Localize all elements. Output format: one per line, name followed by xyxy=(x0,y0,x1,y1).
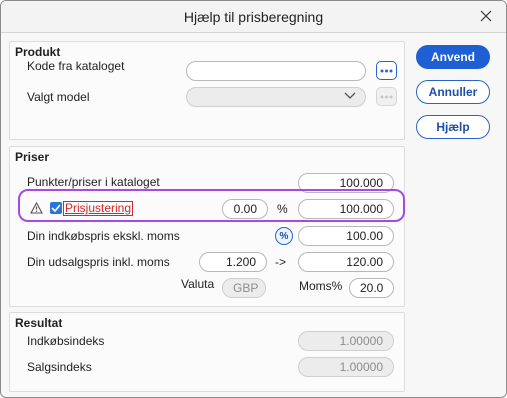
sales-price-field[interactable]: 120.00 xyxy=(298,252,394,272)
result-group-title: Resultat xyxy=(15,316,63,330)
prices-group-title: Priser xyxy=(15,150,50,164)
model-select[interactable] xyxy=(186,87,366,107)
product-group-title: Produkt xyxy=(15,45,61,59)
catalog-lookup-button[interactable] xyxy=(376,61,397,80)
currency-label: Valuta xyxy=(181,277,215,291)
more-icon xyxy=(380,95,393,98)
close-icon xyxy=(480,10,492,22)
catalog-code-input[interactable] xyxy=(186,61,366,81)
percent-symbol: % xyxy=(277,202,288,216)
model-label: Valgt model xyxy=(27,90,90,104)
purchase-price-label: Din indkøbspris ekskl. moms xyxy=(27,229,180,243)
more-icon xyxy=(380,69,393,72)
sales-index-label: Salgsindeks xyxy=(27,360,92,374)
warning-icon xyxy=(30,202,43,214)
purchase-price-field[interactable]: 100.00 xyxy=(298,226,394,246)
vat-field[interactable]: 20.0 xyxy=(349,278,394,298)
percent-toggle-button[interactable]: % xyxy=(275,227,293,245)
adjustment-checkbox[interactable] xyxy=(50,202,62,214)
title-bar: Hjælp til prisberegning xyxy=(1,1,506,33)
sales-price-label: Din udsalgspris inkl. moms xyxy=(27,255,170,269)
arrow-label: -> xyxy=(275,255,287,269)
close-button[interactable] xyxy=(474,5,498,27)
result-group: Resultat xyxy=(9,312,405,392)
dialog-title: Hjælp til prisberegning xyxy=(183,9,324,25)
catalog-code-label: Kode fra kataloget xyxy=(27,59,125,73)
purchase-index-field: 1.00000 xyxy=(298,331,394,351)
help-button[interactable]: Hjælp xyxy=(416,115,490,139)
currency-field: GBP xyxy=(222,278,266,298)
chevron-down-icon xyxy=(344,92,356,99)
model-lookup-button[interactable] xyxy=(376,87,397,106)
price-calculation-dialog: Hjælp til prisberegning Anvend Annuller … xyxy=(0,0,507,398)
vat-label: Moms% xyxy=(299,279,343,293)
cancel-button[interactable]: Annuller xyxy=(416,80,490,104)
adjustment-percent-input[interactable]: 0.00 xyxy=(222,199,268,219)
purchase-index-label: Indkøbsindeks xyxy=(27,334,105,348)
checkmark-icon xyxy=(51,204,61,212)
sales-index-field: 1.00000 xyxy=(298,357,394,377)
adjustment-value-field[interactable]: 100.000 xyxy=(298,199,394,219)
apply-button[interactable]: Anvend xyxy=(416,45,490,69)
catalog-points-label: Punkter/priser i kataloget xyxy=(27,175,160,189)
adjustment-label[interactable]: Prisjustering xyxy=(63,201,134,216)
sales-factor-input[interactable]: 1.200 xyxy=(199,252,267,272)
